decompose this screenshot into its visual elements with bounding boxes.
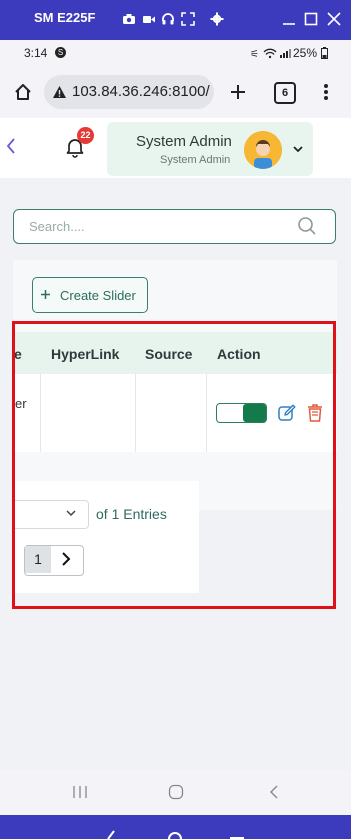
- create-slider-label: Create Slider: [60, 288, 136, 303]
- fullscreen-icon[interactable]: [181, 12, 195, 26]
- settings-gear-icon[interactable]: [210, 12, 224, 26]
- nav-home-icon[interactable]: [168, 784, 184, 800]
- user-name: System Admin: [136, 133, 232, 150]
- signal-wifi-icon: ⚟: [250, 48, 291, 59]
- more-options-icon[interactable]: [322, 82, 330, 102]
- highlight-frame: [12, 321, 336, 609]
- video-icon[interactable]: [142, 12, 156, 26]
- window-title: SM E225F: [34, 10, 96, 25]
- camera-icon[interactable]: [122, 12, 136, 26]
- tab-switcher-button[interactable]: 6: [274, 82, 296, 104]
- headphones-icon[interactable]: [161, 12, 175, 26]
- avatar-illustration: [244, 131, 282, 169]
- status-time: 3:14: [24, 46, 48, 60]
- minimize-icon[interactable]: [281, 11, 297, 27]
- notification-app-icon: S: [55, 47, 66, 58]
- notification-badge: 22: [77, 127, 94, 144]
- recent-apps-icon[interactable]: [72, 785, 88, 799]
- battery-icon: [321, 47, 328, 59]
- battery-percent: 25%: [293, 46, 318, 60]
- close-icon[interactable]: [326, 11, 342, 27]
- plus-icon: [41, 290, 50, 299]
- new-tab-icon[interactable]: [228, 82, 248, 102]
- chevron-down-icon[interactable]: [292, 144, 304, 154]
- sidebar-toggle-chevron-icon[interactable]: [5, 137, 17, 155]
- warning-icon[interactable]: [52, 85, 67, 99]
- maximize-icon[interactable]: [303, 11, 319, 27]
- home-icon[interactable]: [13, 82, 33, 102]
- search-input[interactable]: Search....: [29, 219, 85, 234]
- scrcpy-nav-icons[interactable]: [100, 826, 250, 839]
- url-text[interactable]: 103.84.36.246:8100/a: [72, 83, 210, 100]
- user-role: System Admin: [160, 154, 231, 166]
- svg-text:⚟: ⚟: [250, 49, 259, 59]
- nav-back-icon[interactable]: [268, 784, 280, 800]
- avatar[interactable]: [244, 131, 282, 169]
- search-icon[interactable]: [297, 216, 317, 236]
